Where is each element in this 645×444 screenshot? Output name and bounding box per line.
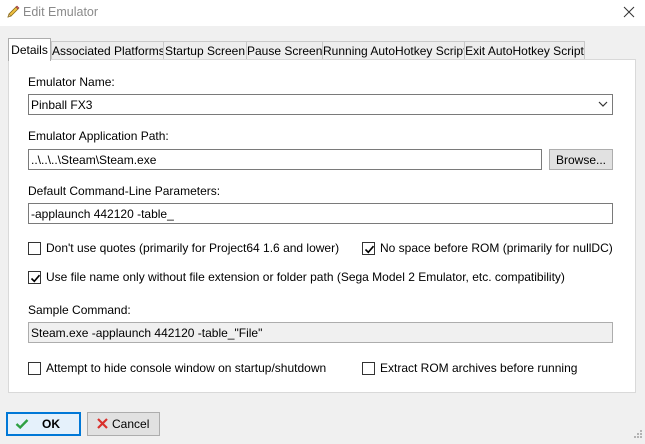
cmdline-label: Default Command-Line Parameters: (28, 184, 221, 198)
ok-button[interactable]: OK (6, 412, 81, 436)
no-space-label: No space before ROM (primarily for nullD… (380, 241, 613, 255)
tab-pause-screen[interactable]: Pause Screen (246, 41, 323, 60)
title-bar: Edit Emulator (0, 0, 645, 26)
filename-only-checkbox[interactable]: Use file name only without file extensio… (28, 270, 565, 286)
checkbox-box (362, 242, 375, 255)
checkbox-box (28, 242, 41, 255)
cmdline-input[interactable]: -applaunch 442120 -table_ (28, 203, 613, 224)
no-space-checkbox[interactable]: No space before ROM (primarily for nullD… (362, 241, 613, 257)
sample-command-field: Steam.exe -applaunch 442120 -table_"File… (28, 322, 613, 343)
checkmark-icon (364, 245, 375, 254)
tab-exit-autohotkey-script[interactable]: Exit AutoHotkey Script (464, 41, 585, 60)
checkbox-box (28, 271, 41, 284)
tab-associated-platforms[interactable]: Associated Platforms (51, 41, 165, 60)
details-panel: Emulator Name: Pinball FX3 Emulator Appl… (8, 59, 636, 393)
emulator-name-combo[interactable]: Pinball FX3 (28, 94, 613, 115)
extract-rom-label: Extract ROM archives before running (380, 361, 578, 375)
hide-console-label: Attempt to hide console window on startu… (46, 361, 327, 375)
close-button[interactable] (613, 0, 645, 26)
chevron-down-icon (598, 101, 608, 107)
no-quotes-checkbox[interactable]: Don't use quotes (primarily for Project6… (28, 241, 340, 257)
filename-only-label: Use file name only without file extensio… (46, 270, 565, 284)
browse-button[interactable]: Browse... (549, 149, 613, 170)
app-path-input[interactable]: ..\..\..\Steam\Steam.exe (28, 149, 542, 170)
tab-details[interactable]: Details (8, 38, 51, 61)
checkbox-box (28, 362, 41, 375)
ok-label: OK (42, 417, 60, 431)
emulator-name-label: Emulator Name: (28, 75, 115, 89)
cancel-label: Cancel (112, 417, 150, 431)
window-title: Edit Emulator (23, 5, 99, 19)
pencil-icon (5, 4, 21, 20)
sample-command-label: Sample Command: (28, 303, 131, 317)
tab-startup-screen[interactable]: Startup Screen (163, 41, 247, 60)
cancel-button[interactable]: Cancel (87, 412, 160, 436)
hide-console-checkbox[interactable]: Attempt to hide console window on startu… (28, 361, 328, 377)
checkmark-icon (15, 417, 29, 434)
emulator-name-value: Pinball FX3 (31, 98, 93, 112)
extract-rom-checkbox[interactable]: Extract ROM archives before running (362, 361, 582, 377)
close-icon (623, 6, 635, 18)
tab-running-autohotkey-script[interactable]: Running AutoHotkey Script (322, 41, 466, 60)
checkbox-box (362, 362, 375, 375)
resize-grip-icon[interactable] (633, 428, 643, 442)
red-x-icon (96, 417, 109, 433)
no-quotes-label: Don't use quotes (primarily for Project6… (46, 241, 340, 255)
checkmark-icon (30, 274, 41, 283)
app-path-label: Emulator Application Path: (28, 129, 169, 143)
